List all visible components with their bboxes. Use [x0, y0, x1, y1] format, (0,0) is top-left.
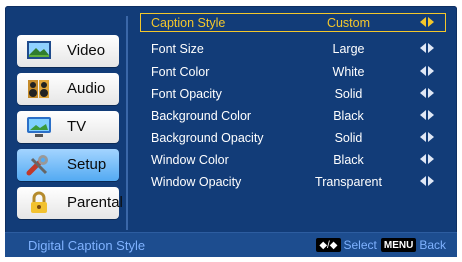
menu-key: MENU: [380, 238, 417, 252]
sidebar-item-label: Video: [67, 42, 106, 59]
divider: [126, 16, 128, 230]
key-hints: ◆/◆ Select MENU Back: [316, 237, 450, 253]
sidebar-item-label: Audio: [67, 80, 106, 97]
audio-icon: [26, 77, 52, 101]
sidebar-item-tv[interactable]: TV: [17, 111, 119, 143]
setting-value: Solid: [334, 131, 363, 145]
setting-name: Window Color: [151, 153, 229, 167]
setting-name: Window Opacity: [151, 175, 242, 189]
setting-value: White: [332, 65, 365, 79]
select-hint: Select: [343, 238, 377, 252]
setting-value: Large: [332, 42, 365, 56]
tv-icon: [26, 115, 52, 139]
setting-name: Font Size: [151, 42, 204, 56]
setting-row-caption-style[interactable]: Caption Style Custom: [140, 13, 446, 32]
setting-row-font-color[interactable]: Font Color White: [141, 63, 445, 82]
lock-icon: [26, 191, 52, 215]
setting-value: Black: [333, 109, 364, 123]
left-right-arrows-icon[interactable]: [419, 64, 435, 78]
setting-name: Background Color: [151, 109, 252, 123]
footer-bar: Digital Caption Style ◆/◆ Select MENU Ba…: [5, 232, 457, 257]
setting-row-font-opacity[interactable]: Font Opacity Solid: [141, 85, 445, 104]
left-right-arrows-icon[interactable]: [419, 86, 435, 100]
sidebar-item-setup[interactable]: Setup: [17, 149, 119, 181]
setting-value: Custom: [326, 16, 371, 30]
sidebar-item-audio[interactable]: Audio: [17, 73, 119, 105]
footer-title: Digital Caption Style: [28, 238, 146, 253]
setting-row-background-opacity[interactable]: Background Opacity Solid: [141, 129, 445, 148]
sidebar-item-label: TV: [67, 118, 87, 135]
setting-name: Background Opacity: [151, 131, 264, 145]
left-right-arrows-icon[interactable]: [419, 152, 435, 166]
setting-row-background-color[interactable]: Background Color Black: [141, 107, 445, 126]
setup-icon: [26, 153, 52, 177]
left-right-arrows-icon[interactable]: [419, 15, 435, 29]
setting-row-font-size[interactable]: Font Size Large: [141, 40, 445, 59]
setting-row-window-color[interactable]: Window Color Black: [141, 151, 445, 170]
left-right-arrows-icon[interactable]: [419, 130, 435, 144]
sidebar-item-parental[interactable]: Parental: [17, 187, 123, 219]
setting-row-window-opacity[interactable]: Window Opacity Transparent: [141, 173, 445, 192]
back-hint: Back: [419, 238, 446, 252]
sidebar-item-label: Parental: [67, 194, 123, 211]
setting-value: Black: [333, 153, 364, 167]
setting-name: Caption Style: [151, 16, 226, 30]
left-right-arrows-icon[interactable]: [419, 108, 435, 122]
setting-name: Font Opacity: [151, 87, 222, 101]
left-right-arrows-icon[interactable]: [419, 41, 435, 55]
setting-name: Font Color: [151, 65, 210, 79]
sidebar-item-video[interactable]: Video: [17, 35, 119, 67]
select-key: ◆/◆: [316, 238, 341, 252]
screen: Video Audio TV Setup Parental Caption St…: [0, 0, 462, 262]
left-right-arrows-icon[interactable]: [419, 174, 435, 188]
setting-value: Transparent: [315, 175, 382, 189]
video-icon: [26, 39, 52, 63]
setting-value: Solid: [334, 87, 363, 101]
sidebar-item-label: Setup: [67, 156, 107, 173]
